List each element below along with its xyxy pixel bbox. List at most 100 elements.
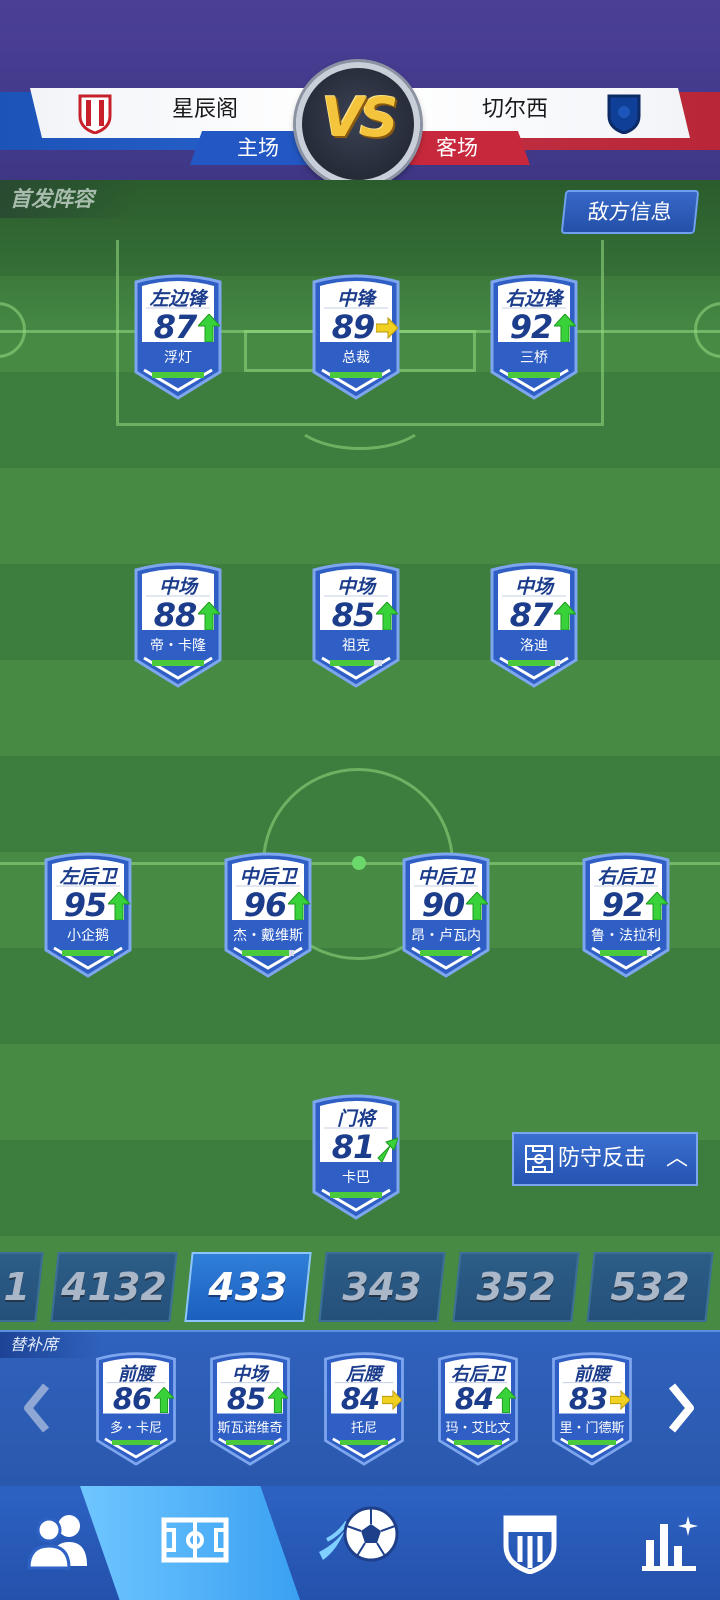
stamina-fill [508, 372, 560, 378]
rating-up-arrow-icon [198, 602, 220, 630]
player-card[interactable]: 右后卫 92 鲁・法拉利 [578, 850, 674, 978]
rating-up-arrow-icon [646, 892, 668, 920]
player-card[interactable]: 门将 81 卡巴 [308, 1092, 404, 1220]
player-rating: 95 [63, 886, 108, 924]
rating-up-arrow-icon [154, 1387, 174, 1413]
rating-up-arrow-icon [554, 602, 576, 630]
stamina-bar [600, 950, 652, 956]
player-rating: 92 [509, 308, 554, 346]
stamina-bar [242, 950, 294, 956]
player-card[interactable]: 中场 88 帝・卡隆 [130, 560, 226, 688]
stamina-bar [568, 1440, 616, 1445]
formation-label: 4132 [61, 1265, 167, 1309]
player-name: 玛・艾比文 [445, 1421, 511, 1436]
formation-label: 532 [610, 1265, 690, 1309]
player-rating: 86 [112, 1382, 152, 1416]
player-card[interactable]: 中锋 89 总裁 [308, 272, 404, 400]
bottom-nav [0, 1486, 720, 1600]
lineup-label: 首发阵容 [0, 180, 140, 218]
stamina-fill [420, 950, 472, 956]
nav-players[interactable] [0, 1486, 120, 1600]
stamina-fill [152, 660, 204, 666]
formation-label: 352 [476, 1265, 556, 1309]
player-name: 里・门德斯 [559, 1421, 625, 1436]
player-position: 中锋 [336, 288, 375, 310]
stamina-bar [508, 660, 560, 666]
rating-up-arrow-icon [554, 314, 576, 342]
player-position: 中场 [336, 576, 375, 598]
home-crest-icon [78, 94, 112, 134]
rating-up-arrow-icon [268, 1387, 288, 1413]
player-position: 中后卫 [417, 866, 475, 888]
player-rating: 87 [153, 308, 198, 346]
tactic-button[interactable]: 防守反击 ︿ [512, 1132, 698, 1186]
player-card[interactable]: 后腰 84 托尼 [320, 1350, 408, 1466]
player-card[interactable]: 右后卫 84 玛・艾比文 [434, 1350, 522, 1466]
enemy-info-button[interactable]: 敌方信息 [560, 190, 700, 234]
player-position: 右后卫 [597, 866, 655, 888]
formation-option[interactable]: 343 [318, 1252, 446, 1322]
formation-option[interactable]: 532 [586, 1252, 714, 1322]
player-card[interactable]: 中场 85 斯瓦诺维奇 [206, 1350, 294, 1466]
rating-up-arrow-icon [108, 892, 130, 920]
player-rating: 87 [509, 596, 554, 634]
formation-option[interactable]: 1 [0, 1252, 44, 1322]
stamina-bar [330, 372, 382, 378]
player-rating: 85 [331, 596, 376, 634]
stamina-fill [242, 950, 289, 956]
player-rating: 89 [331, 308, 376, 346]
rating-flat-arrow-icon [610, 1389, 630, 1411]
chevron-left-icon[interactable] [18, 1380, 58, 1436]
formation-option-active[interactable]: 433 [184, 1252, 312, 1322]
player-rating: 83 [568, 1382, 608, 1416]
player-card[interactable]: 中后卫 90 昂・卢瓦内 [398, 850, 494, 978]
away-team-name: 切尔西 [481, 97, 548, 122]
player-card[interactable]: 中场 85 祖克 [308, 560, 404, 688]
match-ball-icon [319, 1506, 399, 1562]
player-position: 门将 [336, 1108, 375, 1130]
players-icon [27, 1515, 87, 1570]
formation-option[interactable]: 352 [452, 1252, 580, 1322]
player-card[interactable]: 右边锋 92 三桥 [486, 272, 582, 400]
stamina-fill [330, 372, 382, 378]
chevron-right-icon[interactable] [660, 1380, 700, 1436]
center-spot [352, 856, 366, 870]
player-name: 斯瓦诺维奇 [217, 1421, 283, 1436]
stamina-bar [226, 1440, 274, 1445]
player-card[interactable]: 左后卫 95 小企鹅 [40, 850, 136, 978]
bench-label: 替补席 [0, 1332, 100, 1358]
stamina-fill [454, 1440, 502, 1445]
player-card[interactable]: 前腰 86 多・卡尼 [92, 1350, 180, 1466]
nav-match[interactable] [300, 1486, 420, 1600]
stamina-bar [330, 1192, 382, 1198]
player-card[interactable]: 中场 87 洛迪 [486, 560, 582, 688]
nav-stats[interactable] [610, 1486, 720, 1600]
nav-club[interactable] [470, 1486, 590, 1600]
away-crest-icon [607, 94, 641, 134]
pitch-icon [525, 1145, 553, 1173]
player-card[interactable]: 前腰 83 里・门德斯 [548, 1350, 636, 1466]
tactic-label: 防守反击 [558, 1146, 647, 1171]
player-card[interactable]: 左边锋 87 浮灯 [130, 272, 226, 400]
player-name: 托尼 [350, 1421, 377, 1436]
stamina-fill [600, 950, 647, 956]
rating-up-arrow-icon [288, 892, 310, 920]
player-name: 帝・卡隆 [150, 638, 206, 654]
player-position: 左后卫 [59, 866, 117, 888]
formation-option[interactable]: 4132 [50, 1252, 178, 1322]
stamina-fill [330, 660, 375, 666]
vs-badge: VS [296, 62, 420, 180]
player-name: 小企鹅 [67, 928, 109, 944]
rating-flat-arrow-icon [382, 1389, 402, 1411]
rating-up-arrow-icon [466, 892, 488, 920]
player-rating: 92 [601, 886, 646, 924]
stamina-bar [454, 1440, 502, 1445]
player-name: 多・卡尼 [109, 1421, 162, 1436]
rating-up-arrow-icon [376, 602, 398, 630]
rating-up-arrow-icon [198, 314, 220, 342]
nav-tactics[interactable] [135, 1486, 255, 1600]
stamina-fill [226, 1440, 274, 1445]
stamina-fill [340, 1440, 388, 1445]
chevron-up-icon: ︿ [666, 1146, 689, 1171]
player-card[interactable]: 中后卫 96 杰・戴维斯 [220, 850, 316, 978]
